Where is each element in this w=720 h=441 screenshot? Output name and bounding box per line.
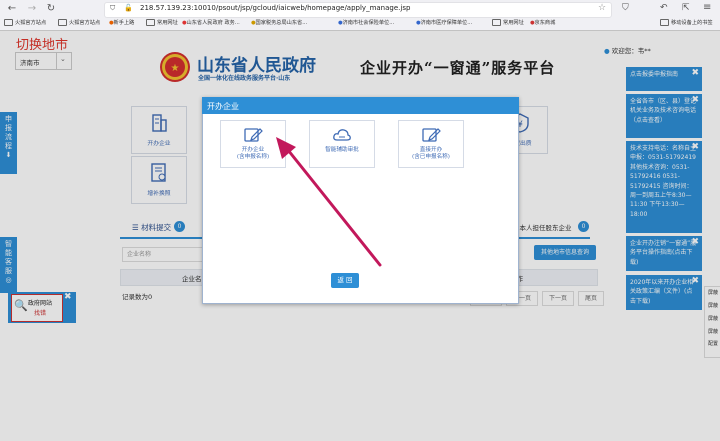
url-text: 218.57.139.23:10010/psout/jsp/gcloud/iai… (140, 4, 411, 12)
folder-icon (146, 19, 155, 26)
forward-arrow-icon[interactable]: → (26, 3, 38, 15)
menu-icon[interactable]: ≡ (703, 2, 711, 13)
insecure-lock-icon[interactable]: 🔓 (124, 4, 133, 13)
modal-header (202, 97, 519, 114)
bookmark-item[interactable]: 火狐官方站点 (4, 19, 46, 28)
bookmark-star-icon[interactable]: ☆ (598, 3, 606, 13)
bookmark-item[interactable]: ●山东省人民政府 政务... (182, 19, 240, 28)
shield-toolbar-icon[interactable]: ⛉ (622, 3, 629, 13)
option-label: 直接开办 (419, 147, 443, 153)
back-arrow-icon[interactable]: ← (6, 3, 18, 15)
folder-icon (492, 19, 501, 26)
bookmark-item[interactable]: ●京东商城 (530, 19, 555, 28)
mobile-bookmarks[interactable]: 移动设备上的书签 (660, 19, 713, 28)
extensions-icon[interactable]: ⇱ (682, 3, 690, 13)
bookmark-item[interactable]: ●新手上路 (109, 19, 134, 28)
modal-title: 开办企业 (207, 102, 239, 111)
bookmark-item[interactable]: 常用网址 (492, 19, 524, 28)
folder-icon (4, 19, 13, 26)
option-sublabel: (含已申报名称) (412, 154, 450, 160)
folder-icon (58, 19, 67, 26)
option-direct-open[interactable]: 直接开办 (含已申报名称) (398, 120, 464, 168)
bookmark-item[interactable]: ●国家税务总局山东省... (251, 19, 307, 28)
undo-icon[interactable]: ↶ (660, 3, 668, 13)
bookmark-item[interactable]: 常用网址 (146, 19, 178, 28)
edit-form-icon (422, 128, 441, 142)
back-button[interactable]: 返 回 (331, 273, 359, 288)
shield-icon: ⛉ (110, 4, 116, 12)
reload-icon[interactable]: ↻ (45, 3, 57, 15)
annotation-arrow-icon (276, 137, 382, 267)
bookmark-item[interactable]: 火狐官方站点 (58, 19, 100, 28)
bookmark-item[interactable]: ●济南市医疗保障单位... (416, 19, 472, 28)
edit-form-icon (244, 128, 263, 142)
folder-icon (660, 19, 669, 26)
bookmark-item[interactable]: ●济南市社会保险单位... (338, 19, 394, 28)
